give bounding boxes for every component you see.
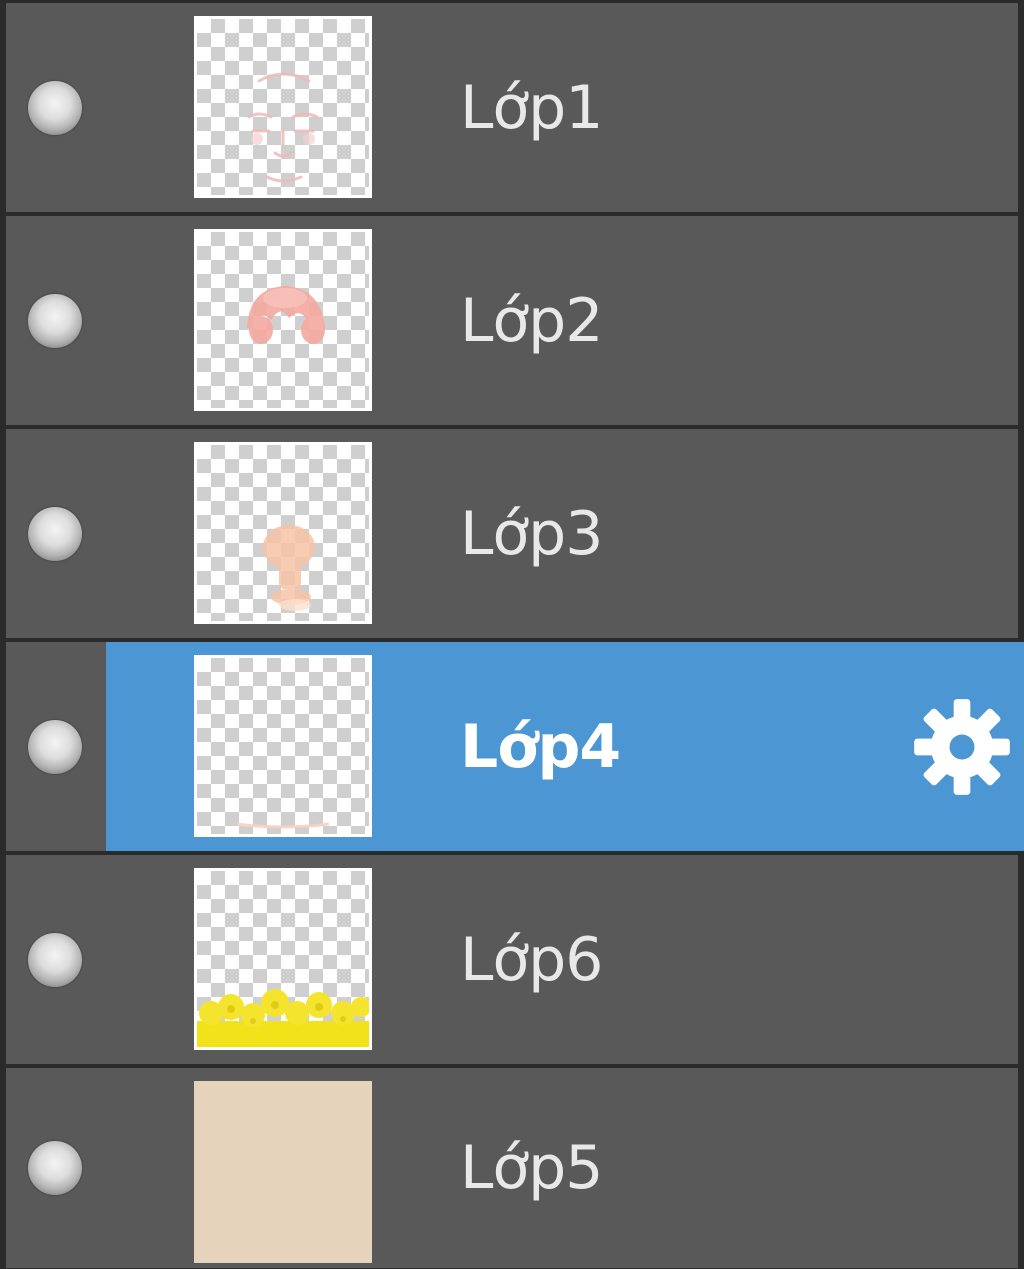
gear-icon[interactable] (910, 695, 1014, 799)
gear-icon (914, 698, 1010, 795)
face-sketch-thumbnail-icon (247, 72, 319, 183)
layer-thumbnail (194, 1081, 372, 1263)
visibility-toggle-icon[interactable] (28, 80, 82, 135)
layer-name[interactable]: Lớp4 (460, 712, 621, 782)
layer-thumbnail (194, 442, 372, 624)
visibility-toggle-icon[interactable] (28, 1141, 82, 1195)
empty-layer-thumbnail-icon (236, 822, 330, 829)
pink-hair-thumbnail-icon (247, 286, 325, 344)
yellow-flowers-thumbnail-icon (197, 989, 369, 1047)
skin-figure-thumbnail-icon (263, 525, 315, 611)
layers-panel: Lớp1 Lớp2 Lớp3 Lớp4 Lớp6 Lớp5 (0, 0, 1024, 1269)
visibility-toggle-icon[interactable] (28, 932, 82, 987)
visibility-toggle-icon[interactable] (28, 506, 82, 561)
layer-row-6[interactable]: Lớp5 (6, 1068, 1018, 1268)
layer-row-1[interactable]: Lớp1 (6, 3, 1018, 212)
layer-row-2[interactable]: Lớp2 (6, 216, 1018, 425)
layer-row-4-selected[interactable]: Lớp4 (6, 642, 1024, 851)
layer-thumbnail (194, 868, 372, 1050)
layer-row-3[interactable]: Lớp3 (6, 429, 1018, 638)
layer-name[interactable]: Lớp2 (460, 286, 603, 356)
layer-name[interactable]: Lớp3 (460, 499, 603, 569)
layer-thumbnail (194, 229, 372, 411)
visibility-toggle-icon[interactable] (28, 293, 82, 348)
visibility-toggle-icon[interactable] (28, 719, 82, 774)
layer-name[interactable]: Lớp6 (460, 925, 603, 995)
layer-name[interactable]: Lớp1 (460, 73, 603, 143)
layer-thumbnail (194, 655, 372, 837)
layer-thumbnail (194, 16, 372, 198)
layer-name[interactable]: Lớp5 (460, 1133, 603, 1203)
layer-row-5[interactable]: Lớp6 (6, 855, 1018, 1064)
